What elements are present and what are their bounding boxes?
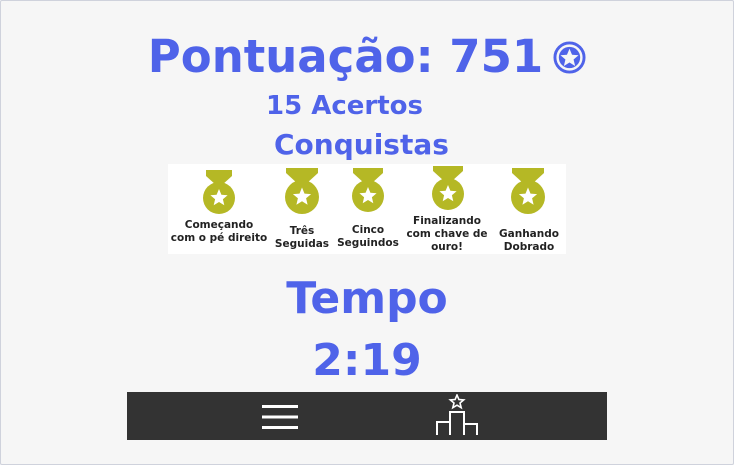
achievements-panel: Começando com o pé direito Três Seguidas C… (168, 164, 566, 254)
menu-icon[interactable] (262, 404, 298, 430)
score-label: Pontuação: 751 (147, 30, 544, 83)
achievement-item: Finalizando com chave de ouro! (402, 164, 492, 254)
hits-count: 15 Acertos (266, 91, 423, 121)
achievement-label-1: Começando com o pé direito (170, 219, 268, 244)
achievement-label-2: Três Seguidas (274, 225, 330, 250)
achievement-label-4: Finalizando com chave de ouro! (406, 215, 488, 253)
achievement-item: Ganhando Dobrado (492, 164, 566, 254)
medal-icon (203, 170, 235, 214)
podium-icon[interactable] (434, 394, 480, 438)
achievement-label-3: Cinco Seguindos (337, 224, 399, 249)
medal-icon (432, 166, 464, 210)
star-badge-icon (553, 40, 586, 74)
time-value: 2:19 (312, 335, 422, 386)
achievement-item: Começando com o pé direito (168, 164, 270, 254)
medal-icon (285, 168, 319, 214)
score-row: Pontuação: 751 (0, 30, 734, 84)
medal-icon (352, 168, 384, 212)
achievement-item: Cinco Seguindos (334, 164, 402, 254)
time-title: Tempo (286, 273, 448, 324)
achievement-label-5: Ganhando Dobrado (499, 228, 559, 253)
medal-icon (511, 168, 545, 214)
achievements-title: Conquistas (274, 128, 449, 161)
achievement-item: Três Seguidas (270, 164, 334, 254)
bottom-nav-bar (127, 392, 607, 440)
